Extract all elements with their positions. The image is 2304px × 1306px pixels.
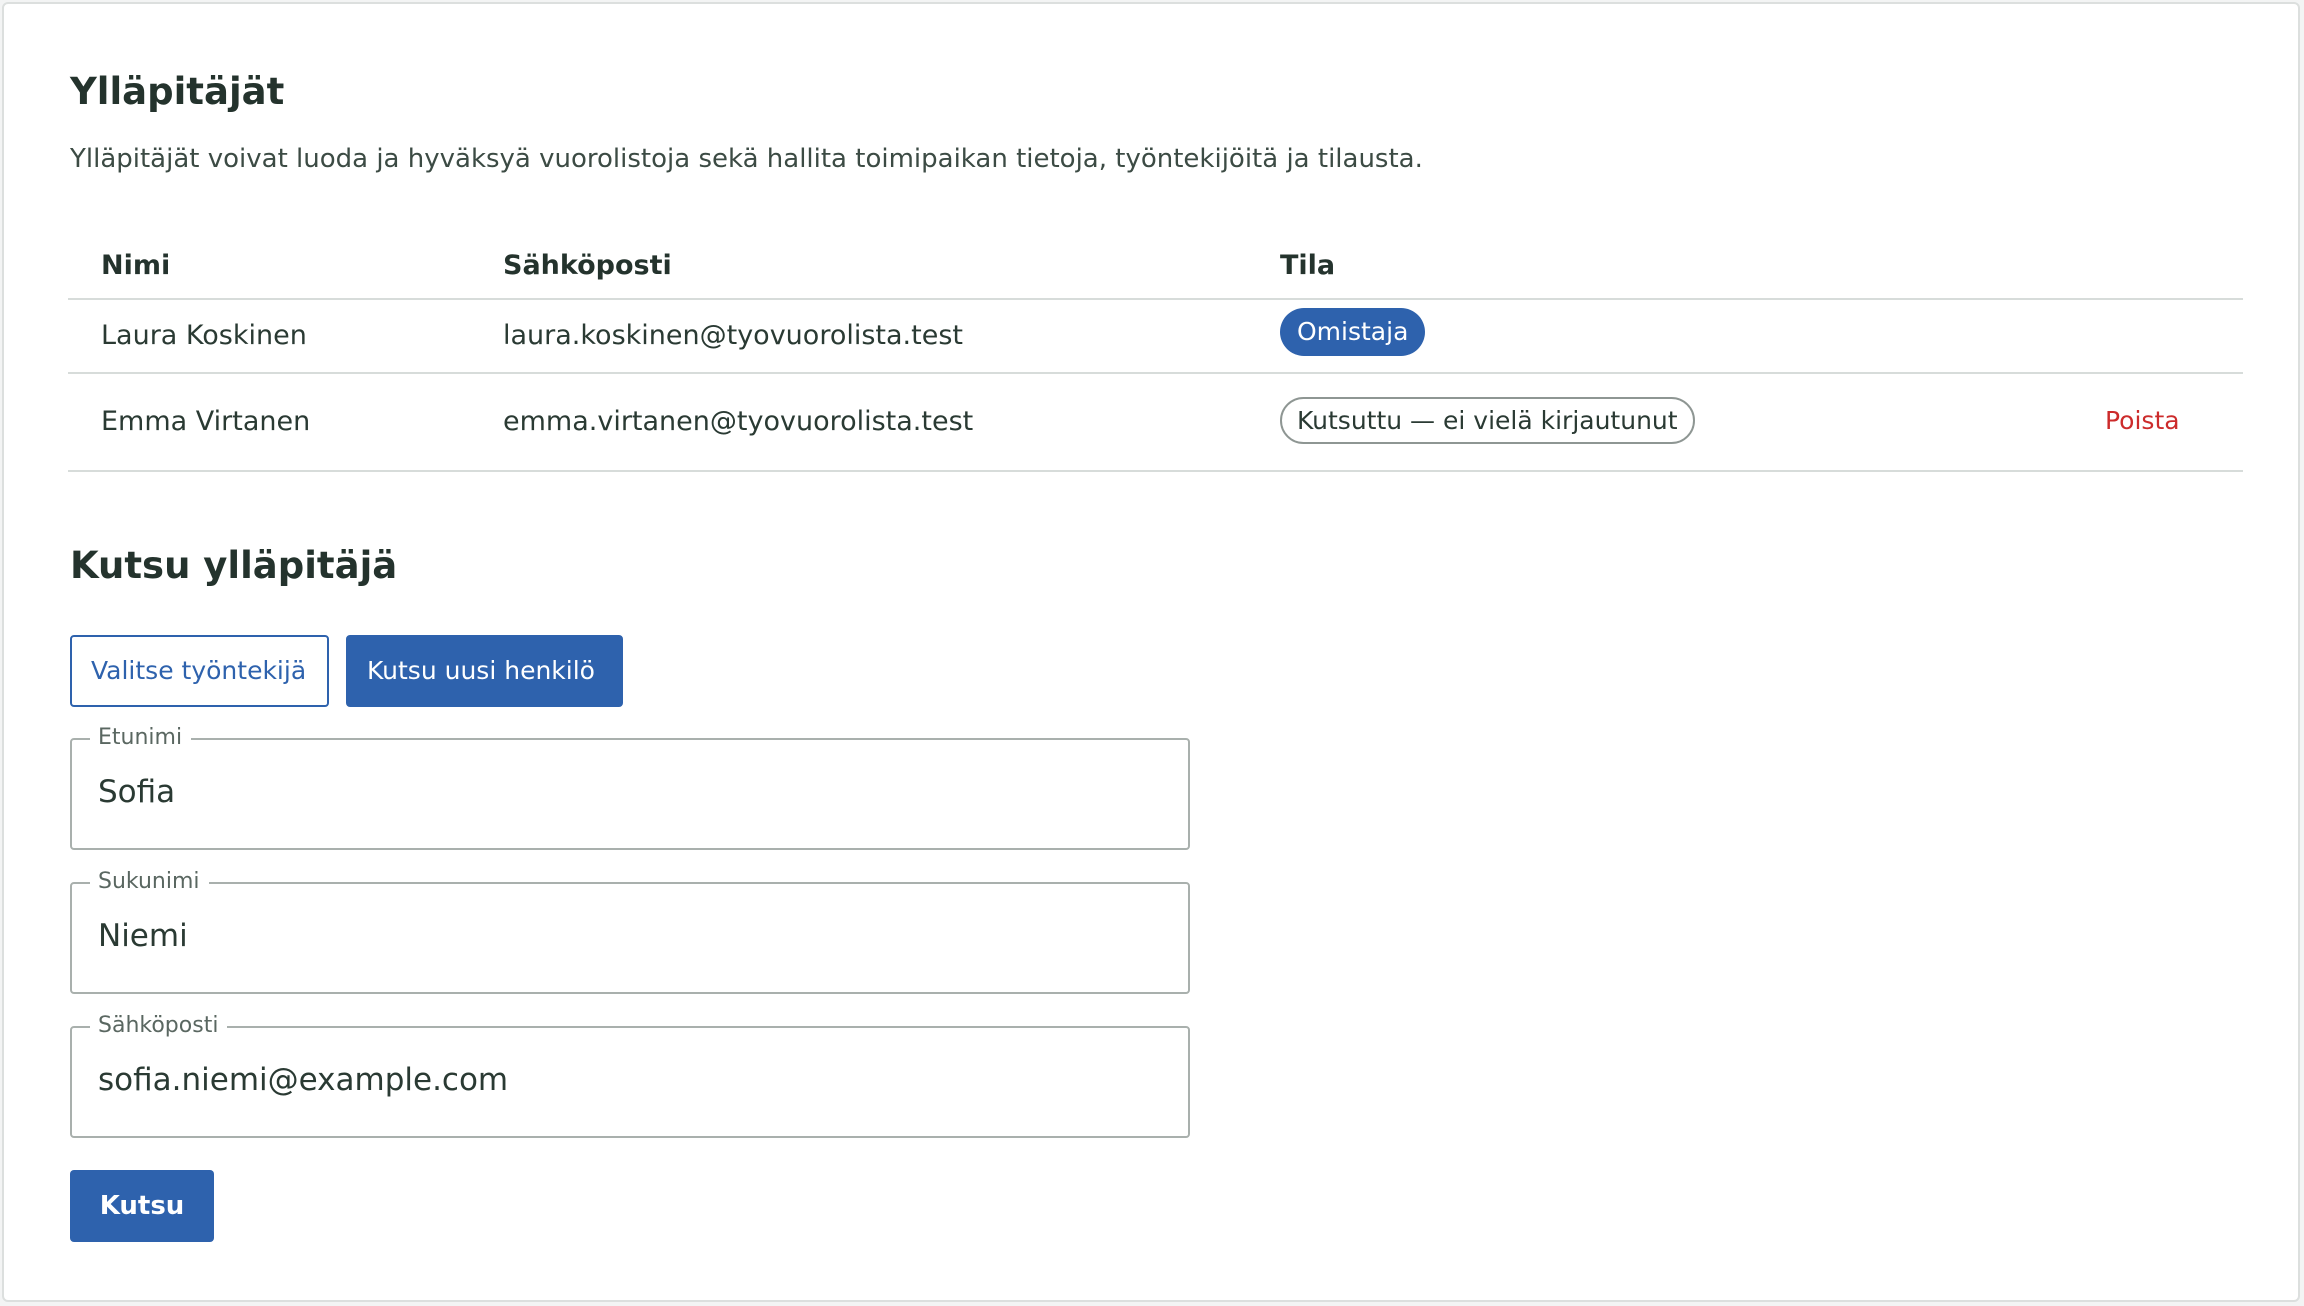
- invite-submit-button[interactable]: Kutsu: [70, 1170, 214, 1242]
- invite-new-person-button[interactable]: Kutsu uusi henkilö: [346, 635, 623, 707]
- column-header-name[interactable]: Nimi: [101, 250, 170, 281]
- invite-section-title: Kutsu ylläpitäjä: [70, 544, 398, 587]
- first-name-label: Etunimi: [90, 726, 192, 750]
- column-header-status[interactable]: Tila: [1280, 250, 1335, 281]
- email-label: Sähköposti: [90, 1014, 228, 1038]
- select-employee-button[interactable]: Valitse työntekijä: [70, 635, 329, 707]
- admin-name: Laura Koskinen: [101, 320, 307, 351]
- page-title: Ylläpitäjät: [70, 70, 285, 113]
- admin-name: Emma Virtanen: [101, 406, 311, 437]
- email-field[interactable]: Sähköposti sofia.niemi@example.com: [70, 1014, 1190, 1138]
- column-header-email[interactable]: Sähköposti: [503, 250, 672, 281]
- last-name-field[interactable]: Sukunimi Niemi: [70, 870, 1190, 994]
- remove-admin-link[interactable]: Poista: [2105, 406, 2180, 435]
- admin-email: laura.koskinen@tyovuorolista.test: [503, 320, 963, 351]
- owner-status-badge: Omistaja: [1280, 308, 1426, 356]
- table-header-row: Nimi Sähköposti Tila: [68, 236, 2243, 300]
- page-description: Ylläpitäjät voivat luoda ja hyväksyä vuo…: [70, 144, 1423, 174]
- invited-status-badge: Kutsuttu — ei vielä kirjautunut: [1280, 397, 1695, 444]
- first-name-field[interactable]: Etunimi Sofia: [70, 726, 1190, 850]
- last-name-label: Sukunimi: [90, 870, 209, 894]
- admins-card: Ylläpitäjät Ylläpitäjät voivat luoda ja …: [2, 2, 2300, 1302]
- table-row: Emma Virtanen emma.virtanen@tyovuorolist…: [68, 372, 2243, 472]
- email-input[interactable]: sofia.niemi@example.com: [98, 1062, 508, 1098]
- admin-email: emma.virtanen@tyovuorolista.test: [503, 406, 974, 437]
- first-name-input[interactable]: Sofia: [98, 774, 175, 810]
- table-row: Laura Koskinen laura.koskinen@tyovuoroli…: [68, 298, 2243, 374]
- last-name-input[interactable]: Niemi: [98, 918, 188, 954]
